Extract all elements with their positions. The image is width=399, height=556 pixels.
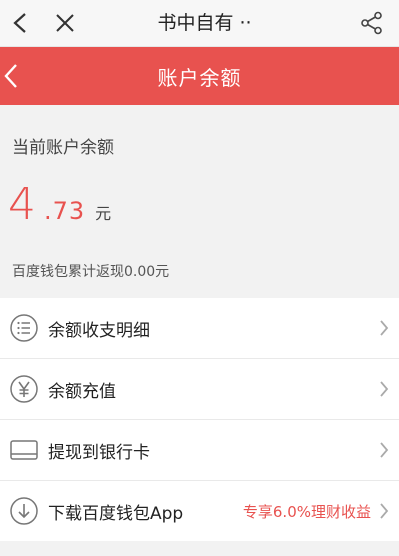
chevron-right-icon [379, 298, 389, 358]
yen-icon [0, 374, 48, 404]
promo-text: 专享6.0%理财收益 [242, 502, 371, 521]
cashback-text: 百度钱包累计返现0.00元 [12, 264, 170, 280]
balance-integer: 4 [8, 179, 36, 230]
menu-item-label: 余额收支明细 [48, 320, 150, 341]
download-icon [0, 496, 48, 526]
balance-amount: 4 .73 元 [8, 175, 111, 235]
chevron-right-icon [379, 481, 389, 541]
balance-unit: 元 [95, 204, 112, 223]
menu-item-label: 余额充值 [48, 381, 116, 402]
list-icon [0, 313, 48, 343]
menu-item-label: 下载百度钱包App [48, 503, 184, 524]
menu-item-details[interactable]: 余额收支明细 [0, 298, 399, 359]
section-header: 账户余额 [0, 47, 399, 105]
header-title: 账户余额 [157, 65, 242, 90]
menu-item-withdraw[interactable]: 提现到银行卡 [0, 420, 399, 481]
menu-list: 余额收支明细 余额充值 提现到银行卡 下载百度钱包App 专享6.0%理财收益 [0, 298, 399, 541]
share-icon[interactable] [357, 0, 387, 46]
footer-gap [0, 541, 399, 551]
chevron-right-icon [379, 420, 389, 480]
balance-decimal: .73 [44, 197, 86, 225]
balance-panel: 当前账户余额 4 .73 元 百度钱包累计返现0.00元 [0, 105, 399, 298]
top-navigation-bar: 书中自有 ·· [0, 0, 399, 47]
menu-item-download-app[interactable]: 下载百度钱包App 专享6.0%理财收益 [0, 481, 399, 541]
header-back-icon[interactable] [4, 47, 28, 105]
page-title: 书中自有 ·· [157, 12, 252, 34]
balance-label: 当前账户余额 [12, 138, 114, 158]
card-icon [0, 438, 48, 462]
menu-item-recharge[interactable]: 余额充值 [0, 359, 399, 420]
chevron-right-icon [379, 359, 389, 419]
menu-item-label: 提现到银行卡 [48, 442, 150, 463]
